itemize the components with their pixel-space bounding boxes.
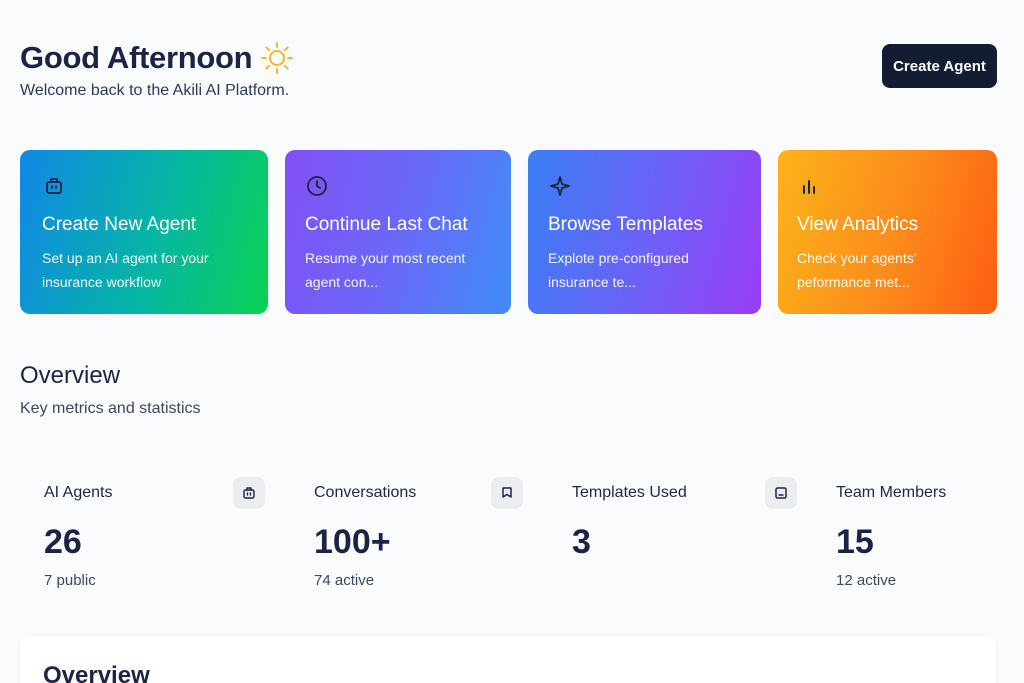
clock-icon [305, 174, 329, 198]
overview-panel: Overview [20, 636, 996, 683]
stat-value: 100+ [314, 523, 391, 561]
stat-label: Team Members [836, 484, 947, 501]
welcome-subtitle: Welcome back to the Akili AI Platform. [20, 82, 290, 99]
stat-subtext: 7 public [44, 572, 96, 589]
card-create-new-agent[interactable]: Create New Agent Set up an AI agent for … [20, 150, 268, 314]
card-title: Continue Last Chat [305, 214, 468, 235]
sparkle-icon [548, 174, 572, 198]
robot-icon [233, 477, 265, 509]
stats-row: AI Agents 26 7 public Conversations 100+… [20, 470, 1000, 600]
card-view-analytics[interactable]: View Analytics Check your agents' peform… [778, 150, 997, 314]
stat-subtext: 12 active [836, 572, 897, 589]
overview-title: Overview [20, 362, 121, 389]
bar-chart-icon [797, 174, 821, 198]
panel-title: Overview [43, 662, 150, 683]
greeting-row: Good Afternoon [20, 40, 1000, 76]
template-icon [765, 477, 797, 509]
stat-templates-used: Templates Used 3 [572, 470, 798, 600]
card-description: Set up an AI agent for your insurance wo… [42, 250, 209, 290]
card-description: Resume your most recent agent con... [305, 250, 466, 290]
stat-subtext: 74 active [314, 572, 375, 589]
card-title: View Analytics [797, 214, 919, 235]
stat-team-members: Team Members 15 12 active [836, 470, 996, 600]
overview-subtitle: Key metrics and statistics [20, 400, 201, 417]
card-title: Create New Agent [42, 214, 197, 235]
create-agent-button[interactable]: Create Agent [882, 44, 997, 88]
stat-value: 3 [572, 523, 591, 561]
chat-bubble-icon [491, 477, 523, 509]
card-continue-last-chat[interactable]: Continue Last Chat Resume your most rece… [285, 150, 511, 314]
quick-actions: Create New Agent Set up an AI agent for … [20, 150, 997, 314]
stat-label: Templates Used [572, 484, 687, 501]
overview-section-header: Overview Key metrics and statistics [20, 362, 201, 418]
robot-icon [42, 174, 66, 198]
stat-conversations: Conversations 100+ 74 active [314, 470, 524, 600]
stat-label: AI Agents [44, 484, 113, 501]
card-description: Check your agents' peformance met... [797, 250, 917, 290]
stat-value: 15 [836, 523, 874, 561]
card-description: Explote pre-configured insurance te... [548, 250, 689, 290]
greeting-title: Good Afternoon [20, 40, 253, 75]
stat-value: 26 [44, 523, 82, 561]
card-title: Browse Templates [548, 214, 703, 235]
sun-icon [260, 41, 294, 75]
stat-label: Conversations [314, 484, 417, 501]
card-browse-templates[interactable]: Browse Templates Explote pre-configured … [528, 150, 761, 314]
page-header: Good Afternoon Welcome back to the Akili… [20, 40, 1000, 110]
stat-ai-agents: AI Agents 26 7 public [44, 470, 266, 600]
